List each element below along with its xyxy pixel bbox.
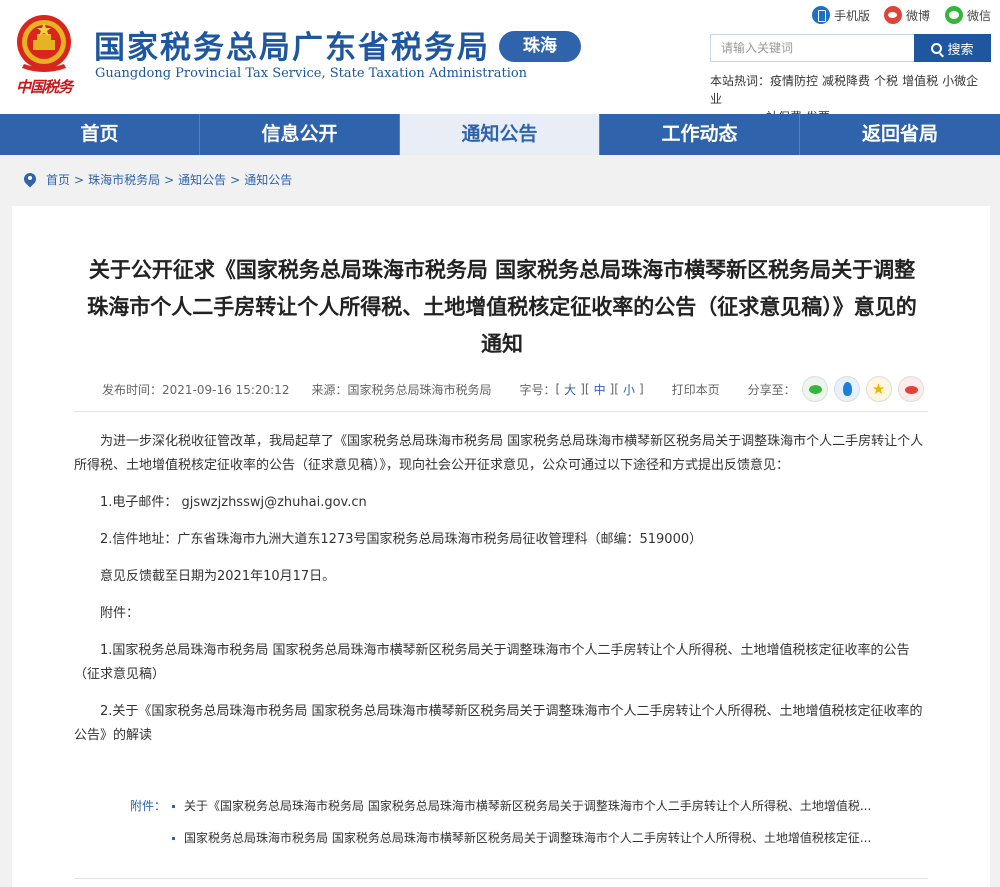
attachment-item-text: 2.关于《国家税务总局珠海市税务局 国家税务总局珠海市横琴新区税务局关于调整珠海… [74,704,923,743]
site-title[interactable]: 国家税务总局广东省税务局 [94,22,490,67]
site-header: 中国税务 国家税务总局广东省税务局 Guangdong Provincial T… [0,0,1000,124]
attachment-link-label: 关于《国家税务总局珠海市税务局 国家税务总局珠海市横琴新区税务局关于调整珠海市个… [184,799,872,813]
search-input[interactable]: 请输入关键词 [710,34,915,62]
print-link[interactable]: 打印本页 [672,381,720,398]
breadcrumb-separator: > [230,172,241,187]
font-size-large[interactable]: 大 [564,381,576,398]
main-nav: 首页 信息公开 通知公告 工作动态 返回省局 [0,114,1000,155]
weibo-label: 微博 [906,8,931,23]
attachment-list-label: 附件： [130,799,167,813]
share-qq-icon[interactable] [833,376,860,402]
hot-word[interactable]: 减税降费 [822,74,870,88]
mobile-icon [812,6,830,24]
divider [74,878,928,879]
breadcrumb: 首页 > 珠海市税务局 > 通知公告 > 通知公告 [24,171,292,188]
weibo-link[interactable]: 微博 [884,6,930,24]
weibo-icon [884,6,902,24]
nav-back-to-province[interactable]: 返回省局 [800,114,1000,155]
nav-info-disclosure[interactable]: 信息公开 [200,114,400,155]
hot-word[interactable]: 增值税 [902,74,938,88]
nav-work-news[interactable]: 工作动态 [600,114,800,155]
share-label: 分享至： [747,382,796,397]
breadcrumb-zhuhai[interactable]: 珠海市税务局 [88,171,160,188]
article-source: 来源：国家税务总局珠海市税务局 [311,382,492,397]
article-body: 为进一步深化税收征管改革，我局起草了《国家税务总局珠海市税务局 国家税务总局珠海… [74,430,932,761]
attachment-link[interactable]: 关于《国家税务总局珠海市税务局 国家税务总局珠海市横琴新区税务局关于调整珠海市个… [172,790,942,822]
wechat-icon [945,6,963,24]
mobile-label: 手机版 [834,8,871,23]
email-line: 1.电子邮件： gjswzjzhsswj@zhuhai.gov.cn [100,495,367,510]
paragraph: 为进一步深化税收征管改革，我局起草了《国家税务总局珠海市税务局 国家税务总局珠海… [74,434,924,473]
mobile-link[interactable]: 手机版 [812,6,870,24]
city-badge: 珠海 [499,31,581,62]
search-icon [931,42,943,54]
article-card: 关于公开征求《国家税务总局珠海市税务局 国家税务总局珠海市横琴新区税务局关于调整… [12,206,990,887]
divider [74,411,928,412]
bullet-icon [172,805,175,808]
attachments-heading: 附件： [100,606,140,621]
breadcrumb-current[interactable]: 通知公告 [244,171,292,188]
bullet-icon [172,837,175,840]
attachment-item-text: 1.国家税务总局珠海市税务局 国家税务总局珠海市横琴新区税务局关于调整珠海市个人… [74,643,910,682]
share-wechat-icon[interactable] [801,376,828,402]
search-button-label: 搜索 [947,42,974,58]
share-weibo-icon[interactable] [897,376,924,402]
wechat-link[interactable]: 微信 [945,6,991,24]
font-size-label: 字号： [519,382,556,397]
hot-word[interactable]: 疫情防控 [770,74,818,88]
article-meta: 发布时间：2021-09-16 15:20:12 来源：国家税务总局珠海市税务局… [102,376,924,402]
nav-notices[interactable]: 通知公告 [400,114,600,155]
hot-word[interactable]: 个税 [874,74,898,88]
share-qzone-icon[interactable] [865,376,892,402]
wechat-label: 微信 [967,8,992,23]
publish-time: 发布时间：2021-09-16 15:20:12 [102,382,290,397]
emblem-script-text: 中国税务 [16,78,73,96]
font-size-medium[interactable]: 中 [594,381,606,398]
deadline-line: 意见反馈截至日期为2021年10月17日。 [100,569,336,584]
location-pin-icon [24,173,36,187]
attachment-link-label: 国家税务总局珠海市税务局 国家税务总局珠海市横琴新区税务局关于调整珠海市个人二手… [184,831,872,845]
breadcrumb-home[interactable]: 首页 [46,171,70,188]
breadcrumb-separator: > [164,172,175,187]
search-button[interactable]: 搜索 [914,34,991,62]
site-subtitle: Guangdong Provincial Tax Service, State … [95,66,528,81]
national-emblem-icon [17,15,71,72]
article-title: 关于公开征求《国家税务总局珠海市税务局 国家税务总局珠海市横琴新区税务局关于调整… [87,258,917,356]
font-size-small[interactable]: 小 [623,381,635,398]
attachment-link[interactable]: 国家税务总局珠海市税务局 国家税务总局珠海市横琴新区税务局关于调整珠海市个人二手… [172,822,942,854]
address-line: 2.信件地址：广东省珠海市九洲大道东1273号国家税务总局珠海市税务局征收管理科… [100,532,703,547]
breadcrumb-separator: > [74,172,85,187]
nav-home[interactable]: 首页 [0,114,200,155]
breadcrumb-notices[interactable]: 通知公告 [178,171,226,188]
hot-words-label: 本站热词： [710,74,771,88]
